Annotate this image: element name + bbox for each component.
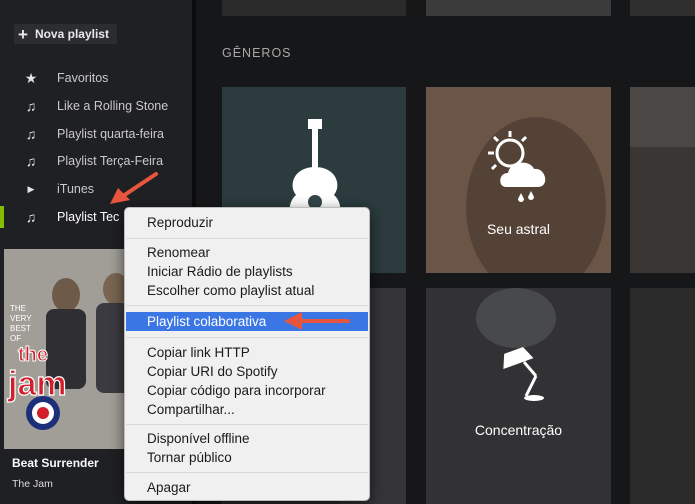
play-triangle-icon: ▶ — [27, 183, 35, 194]
menu-item-apagar[interactable]: Apagar — [126, 478, 368, 497]
menu-item-renomear[interactable]: Renomear — [126, 243, 368, 262]
desk-lamp-icon — [426, 288, 611, 504]
sun-cloud-icon — [426, 87, 611, 273]
plus-icon: + — [18, 24, 28, 44]
music-note-icon: ♫ — [25, 209, 37, 225]
new-playlist-label: Nova playlist — [34, 27, 109, 41]
menu-item-copiar-uri[interactable]: Copiar URI do Spotify — [126, 362, 368, 381]
now-playing-title[interactable]: Beat Surrender — [12, 456, 99, 470]
album-text-the-logo: the — [18, 344, 48, 366]
sidebar-item-label: Playlist Tec — [57, 210, 120, 224]
sidebar-item-playlist-terca[interactable]: ♫ Playlist Terça-Feira — [0, 150, 192, 172]
menu-item-tornar-publico[interactable]: Tornar público — [126, 448, 368, 467]
menu-separator — [126, 238, 368, 239]
menu-item-copiar-link-http[interactable]: Copiar link HTTP — [126, 343, 368, 362]
genre-tile-partial[interactable] — [630, 87, 695, 273]
now-playing-artist[interactable]: The Jam — [12, 478, 53, 490]
sidebar-item-playlist-quarta[interactable]: ♫ Playlist quarta-feira — [0, 123, 192, 145]
annotation-arrow-icon — [110, 172, 158, 204]
album-text-best: BEST — [10, 324, 31, 333]
menu-item-disponivel-offline[interactable]: Disponível offline — [126, 429, 368, 448]
section-title: GÊNEROS — [222, 46, 292, 60]
genre-tile-seu-astral[interactable]: Seu astral — [426, 87, 611, 273]
menu-separator — [126, 305, 368, 306]
album-text-jam-logo: jam — [7, 365, 67, 403]
album-text-the: THE — [10, 304, 26, 313]
menu-item-reproduzir[interactable]: Reproduzir — [126, 213, 368, 232]
new-playlist-button[interactable]: + Nova playlist — [14, 24, 117, 44]
sidebar-item-label: Favoritos — [57, 71, 109, 85]
sidebar-item-label: Playlist Terça-Feira — [57, 154, 164, 168]
menu-separator — [126, 472, 368, 473]
genre-tile-label: Concentração — [474, 422, 563, 438]
active-indicator — [0, 206, 4, 228]
sidebar-item-label: Playlist quarta-feira — [57, 127, 164, 141]
music-note-icon: ♫ — [25, 98, 37, 114]
album-text-of: OF — [10, 334, 21, 343]
spotify-window: + Nova playlist ★ Favoritos ♫ Like a Rol… — [0, 0, 695, 504]
genre-tile-partial[interactable] — [630, 288, 695, 504]
annotation-arrow-icon — [284, 312, 350, 330]
context-menu: Reproduzir Renomear Iniciar Rádio de pla… — [124, 207, 370, 501]
menu-item-escolher-playlist-atual[interactable]: Escolher como playlist atual — [126, 281, 368, 300]
top-row-tile[interactable] — [630, 0, 695, 16]
music-note-icon: ♫ — [25, 126, 37, 142]
album-text-very: VERY — [10, 314, 32, 323]
menu-item-compartilhar[interactable]: Compartilhar... — [126, 400, 368, 419]
genre-tile-concentracao[interactable]: Concentração — [426, 288, 611, 504]
sidebar-item-favoritos[interactable]: ★ Favoritos — [0, 67, 192, 89]
sidebar-item-like-a-rolling-stone[interactable]: ♫ Like a Rolling Stone — [0, 95, 192, 117]
top-row-tile[interactable] — [222, 0, 406, 16]
sidebar-item-label: iTunes — [57, 182, 95, 196]
star-icon: ★ — [24, 69, 38, 86]
genre-tile-label: Seu astral — [486, 221, 551, 237]
sidebar-item-itunes[interactable]: ▶ iTunes — [0, 178, 192, 200]
menu-separator — [126, 337, 368, 338]
shared-playlist-icon: ♫ — [25, 153, 37, 169]
menu-separator — [126, 424, 368, 425]
top-row-tile[interactable] — [426, 0, 611, 16]
menu-item-copiar-codigo[interactable]: Copiar código para incorporar — [126, 381, 368, 400]
sidebar-item-label: Like a Rolling Stone — [57, 99, 169, 113]
menu-item-iniciar-radio[interactable]: Iniciar Rádio de playlists — [126, 262, 368, 281]
